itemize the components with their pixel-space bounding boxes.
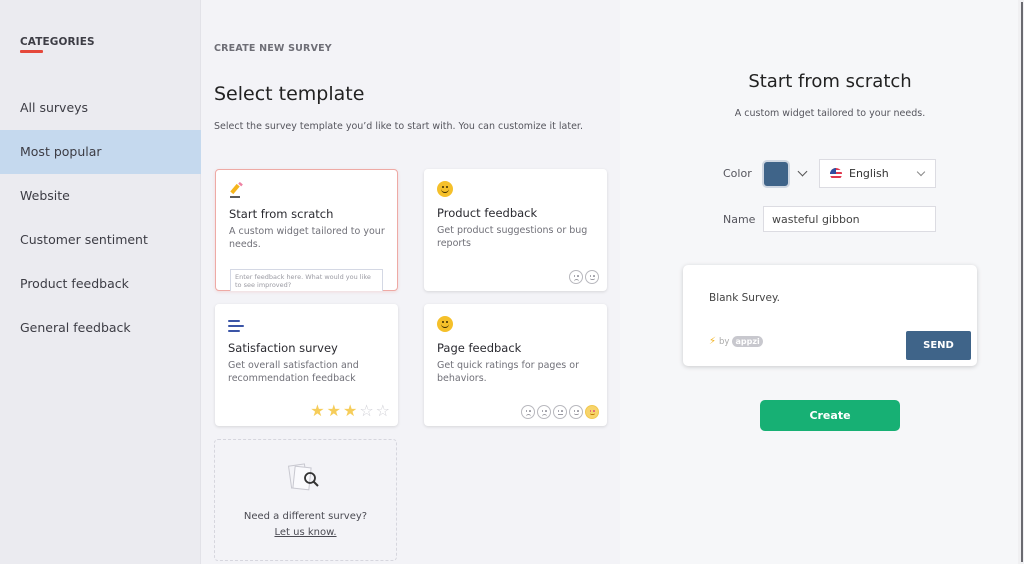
category-list: All surveys Most popular Website Custome… [0,86,201,350]
template-title: Product feedback [437,206,538,220]
category-product-feedback[interactable]: Product feedback [0,262,201,306]
powered-by-brand: ⚡ by appzi [709,336,763,347]
language-value: English [849,167,889,180]
face-rating-preview [569,270,599,284]
us-flag-icon [830,168,842,180]
sad-face-icon [569,270,583,284]
scrollbar-thumb[interactable] [1021,2,1023,562]
template-card-start-from-scratch[interactable]: Start from scratch A custom widget tailo… [215,169,398,291]
category-general-feedback[interactable]: General feedback [0,306,201,350]
categories-title: CATEGORIES [20,36,95,48]
category-most-popular[interactable]: Most popular [0,130,201,174]
pencil-icon [229,181,245,198]
star-empty-icon: ☆ [375,401,390,420]
template-description: Get quick ratings for pages or behaviors… [437,360,579,384]
page-title: Select template [214,83,365,105]
love-face-icon [585,405,599,419]
star-rating-preview: ★ ★ ★ ☆ ☆ [310,403,390,419]
request-survey-card: Need a different survey? Let us know. [214,439,397,561]
document-search-icon [287,462,324,494]
sad-face-icon [537,405,551,419]
smiley-icon [437,181,453,197]
neutral-face-icon [553,405,567,419]
template-card-satisfaction-survey[interactable]: Satisfaction survey Get overall satisfac… [215,304,398,426]
star-filled-icon: ★ [342,401,358,420]
scrollbar[interactable] [1018,0,1024,564]
name-label: Name [723,213,756,226]
face-scale-preview [521,405,599,419]
chevron-down-icon [916,167,926,177]
happy-face-icon [585,270,599,284]
widget-preview: Blank Survey. ⚡ by appzi SEND [683,265,977,366]
color-dropdown-chevron-icon[interactable] [797,166,808,177]
survey-name-input[interactable] [763,206,936,232]
template-description: A custom widget tailored to your needs. [229,226,385,250]
preview-text: Blank Survey. [709,292,780,304]
create-button[interactable]: Create [760,400,900,431]
template-card-product-feedback[interactable]: Product feedback Get product suggestions… [424,169,607,291]
very-sad-face-icon [521,405,535,419]
request-survey-text: Need a different survey? [243,511,368,522]
send-button[interactable]: SEND [906,331,971,360]
categories-underline [20,50,43,53]
lightning-icon: ⚡ [709,336,717,347]
template-title: Satisfaction survey [228,341,338,355]
smiley-icon [437,316,453,332]
color-label: Color [723,167,752,180]
appzi-logo: appzi [732,336,763,347]
language-select[interactable]: English [819,159,936,188]
template-description: Get product suggestions or bug reports [437,225,588,249]
star-empty-icon: ☆ [359,401,374,420]
template-title: Page feedback [437,341,522,355]
detail-title: Start from scratch [748,71,912,92]
template-title: Start from scratch [229,207,334,221]
breadcrumb: CREATE NEW SURVEY [214,43,332,54]
page-subtitle: Select the survey template you’d like to… [214,121,583,132]
detail-subtitle: A custom widget tailored to your needs. [734,108,926,119]
template-description: Get overall satisfaction and recommendat… [228,360,359,384]
color-swatch[interactable] [762,160,790,188]
star-filled-icon: ★ [326,401,341,420]
categories-sidebar: CATEGORIES All surveys Most popular Webs… [0,0,201,564]
category-website[interactable]: Website [0,174,201,218]
template-detail-panel: Start from scratch A custom widget tailo… [620,0,1018,564]
happy-face-icon [569,405,583,419]
lines-icon [228,320,244,336]
feedback-input-preview: Enter feedback here. What would you like… [230,269,383,291]
brand-by-text: by [719,336,730,347]
let-us-know-link[interactable]: Let us know. [215,527,396,538]
category-customer-sentiment[interactable]: Customer sentiment [0,218,201,262]
template-panel: CREATE NEW SURVEY Select template Select… [201,0,620,564]
star-filled-icon: ★ [310,401,325,420]
template-card-page-feedback[interactable]: Page feedback Get quick ratings for page… [424,304,607,426]
category-all-surveys[interactable]: All surveys [0,86,201,130]
